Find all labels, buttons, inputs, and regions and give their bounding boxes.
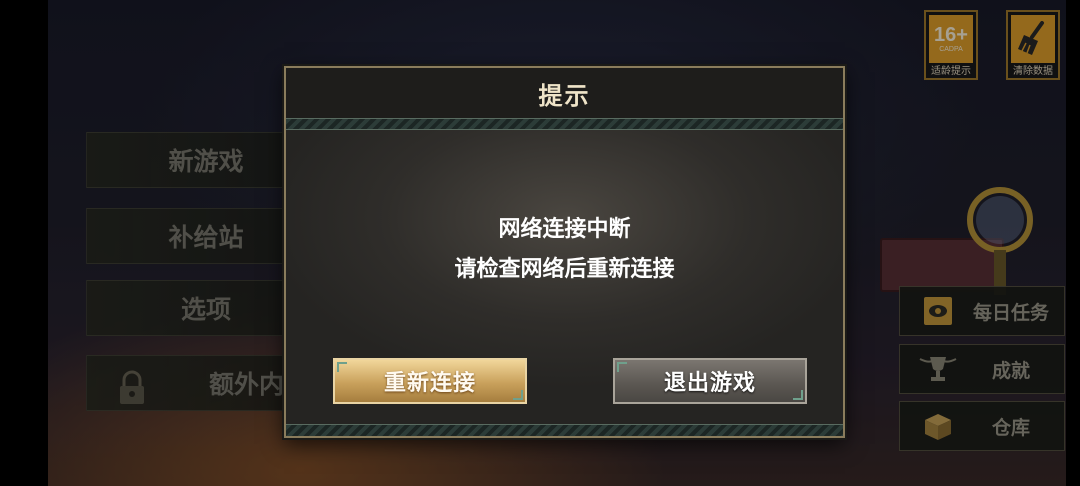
corner-accent [337, 362, 347, 372]
footer-trim [286, 424, 843, 436]
reconnect-label: 重新连接 [383, 370, 476, 396]
quit-game-button[interactable]: 退出游戏 [613, 358, 807, 404]
dialog-header: 提示 [286, 68, 843, 118]
network-error-dialog: 提示 网络连接中断 请检查网络后重新连接 重新连接 退出游戏 [284, 66, 845, 438]
corner-accent [617, 362, 627, 372]
dialog-message: 网络连接中断 请检查网络后重新连接 [286, 210, 843, 290]
quit-game-label: 退出游戏 [663, 370, 756, 396]
game-screen: 新游戏 补给站 选项 额外内容 16+ CADPA 适龄提示 清除数据 每日任务… [0, 0, 1080, 486]
corner-accent [793, 390, 803, 400]
header-trim [286, 118, 843, 130]
dialog-title: 提示 [538, 80, 591, 110]
reconnect-button[interactable]: 重新连接 [333, 358, 527, 404]
message-line-1: 网络连接中断 [498, 217, 631, 242]
corner-accent [513, 390, 523, 400]
message-line-2: 请检查网络后重新连接 [454, 257, 675, 282]
